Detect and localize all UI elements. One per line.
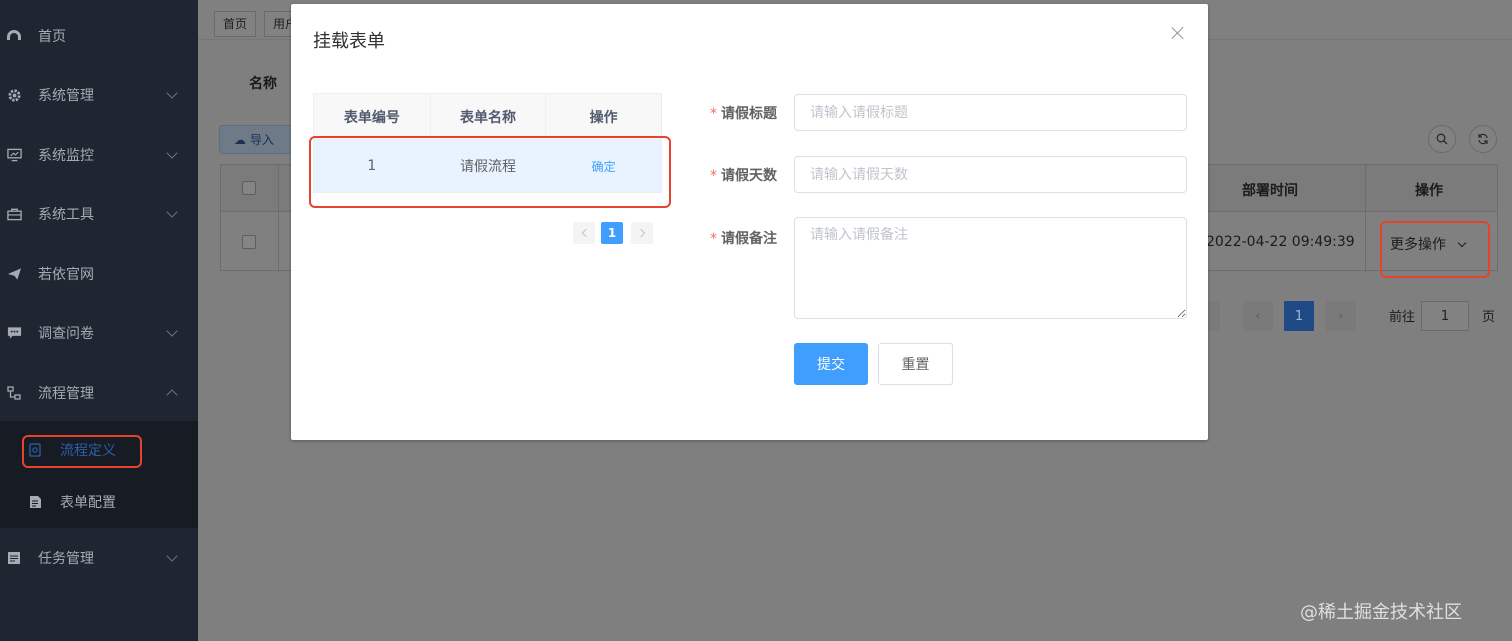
row-deploy-time: 2022-04-22 09:49:39 — [1206, 234, 1355, 250]
col-form-id: 表单编号 — [313, 93, 431, 140]
sidebar-item-label: 任务管理 — [38, 551, 94, 567]
sidebar-item-label: 流程管理 — [38, 386, 94, 402]
goto-label: 前往 — [1389, 310, 1416, 325]
more-actions-label: 更多操作 — [1390, 237, 1446, 253]
pager-next-button[interactable]: › — [1326, 301, 1356, 331]
sidebar-item-system-monitor[interactable]: 系统监控 — [0, 130, 198, 180]
form-pager-prev[interactable] — [573, 222, 595, 244]
sidebar-item-label: 调查问卷 — [38, 326, 94, 342]
process-submenu: 流程定义 表单配置 — [0, 421, 198, 528]
sidebar-item-form-config[interactable]: 表单配置 — [0, 477, 198, 527]
sidebar-item-process-management[interactable]: 流程管理 — [0, 368, 198, 418]
sidebar-item-label: 系统监控 — [38, 148, 94, 164]
chevron-down-icon — [166, 550, 178, 562]
import-label: 导入 — [250, 133, 275, 147]
select-all-checkbox[interactable] — [242, 181, 256, 195]
close-icon[interactable] — [1171, 26, 1185, 40]
form-pager-page[interactable]: 1 — [601, 222, 623, 244]
document-icon — [6, 550, 22, 566]
col-form-action: 操作 — [545, 93, 662, 140]
row-checkbox[interactable] — [242, 235, 256, 249]
table-header-row: 表单编号 表单名称 操作 — [313, 93, 662, 140]
leave-title-input[interactable] — [794, 94, 1187, 131]
table-divider — [1365, 165, 1366, 272]
cell-form-name: 请假流程 — [429, 139, 547, 193]
table-divider — [278, 165, 279, 272]
dialog-title: 挂载表单 — [313, 31, 385, 52]
paper-plane-icon — [6, 266, 22, 282]
reset-button[interactable]: 重置 — [878, 343, 953, 385]
sidebar: 首页 系统管理 系统监控 系统工具 若依官网 调查问卷 流程管理 流程定义 表单… — [0, 0, 198, 641]
search-toggle-button[interactable] — [1428, 125, 1456, 153]
form-pager-next[interactable] — [631, 222, 653, 244]
chevron-right-icon — [636, 228, 645, 238]
filter-name-label: 名称 — [249, 76, 277, 92]
cloud-upload-icon: ☁ — [234, 132, 246, 147]
sidebar-item-task-management[interactable]: 任务管理 — [0, 533, 198, 583]
chevron-down-icon — [166, 325, 178, 337]
process-icon — [28, 443, 42, 457]
form-icon — [28, 495, 42, 509]
toolbox-icon — [6, 206, 22, 222]
sidebar-item-home[interactable]: 首页 — [0, 11, 198, 61]
refresh-button[interactable] — [1469, 125, 1497, 153]
chevron-down-icon — [166, 87, 178, 99]
leave-remark-textarea[interactable] — [794, 217, 1187, 319]
refresh-icon — [1478, 133, 1488, 145]
required-star: * — [710, 231, 717, 247]
sidebar-item-label: 若依官网 — [38, 267, 94, 283]
required-star: * — [710, 168, 717, 184]
flow-tree-icon — [6, 385, 22, 401]
sidebar-item-label: 表单配置 — [60, 495, 116, 511]
form-list-table: 表单编号 表单名称 操作 1 请假流程 确定 — [313, 93, 662, 193]
monitor-icon — [6, 147, 22, 163]
sidebar-item-label: 流程定义 — [60, 443, 116, 459]
sidebar-item-label: 首页 — [38, 29, 66, 45]
cell-form-action: 确定 — [545, 139, 662, 193]
submit-button[interactable]: 提交 — [794, 343, 868, 385]
goto-page-input[interactable]: 1 — [1421, 301, 1469, 331]
leave-days-input[interactable] — [794, 156, 1187, 193]
table-row[interactable]: 1 请假流程 确定 — [313, 139, 662, 193]
chevron-left-icon — [581, 228, 590, 238]
chat-icon — [6, 325, 22, 341]
pager-page-1[interactable]: 1 — [1284, 301, 1314, 331]
col-deploy-time: 部署时间 — [1242, 183, 1298, 199]
sidebar-item-label: 系统管理 — [38, 88, 94, 104]
chevron-down-icon — [166, 206, 178, 218]
col-actions: 操作 — [1415, 183, 1443, 199]
dashboard-icon — [6, 28, 22, 44]
page-unit-label: 页 — [1482, 310, 1496, 325]
sidebar-item-survey[interactable]: 调查问卷 — [0, 308, 198, 358]
pager-prev-button[interactable]: ‹ — [1243, 301, 1273, 331]
search-icon — [1436, 133, 1448, 145]
leave-days-label: * 请假天数 — [710, 168, 777, 184]
sidebar-item-system-tools[interactable]: 系统工具 — [0, 189, 198, 239]
sidebar-item-label: 系统工具 — [38, 207, 94, 223]
leave-remark-label: * 请假备注 — [710, 231, 777, 247]
watermark: @稀土掘金技术社区 — [1300, 602, 1462, 623]
cell-form-id: 1 — [313, 139, 431, 193]
required-star: * — [710, 106, 717, 122]
mount-form-dialog: 挂载表单 表单编号 表单名称 操作 1 请假流程 确定 1 *请假标题 *请假天… — [291, 4, 1208, 440]
leave-title-label: * 请假标题 — [710, 106, 777, 122]
chevron-down-icon — [1458, 238, 1467, 248]
tag-home[interactable]: 首页 — [214, 11, 257, 37]
col-form-name: 表单名称 — [429, 93, 547, 140]
more-actions-dropdown[interactable]: 更多操作 — [1390, 234, 1467, 254]
chevron-up-icon — [166, 389, 178, 401]
sidebar-item-system-management[interactable]: 系统管理 — [0, 70, 198, 120]
confirm-link[interactable]: 确定 — [592, 160, 616, 174]
chevron-down-icon — [166, 147, 178, 159]
sidebar-item-process-definition[interactable]: 流程定义 — [0, 425, 198, 475]
import-button[interactable]: ☁ 导入 — [219, 125, 299, 154]
sidebar-item-ruoyi-website[interactable]: 若依官网 — [0, 249, 198, 299]
gear-icon — [6, 87, 22, 103]
